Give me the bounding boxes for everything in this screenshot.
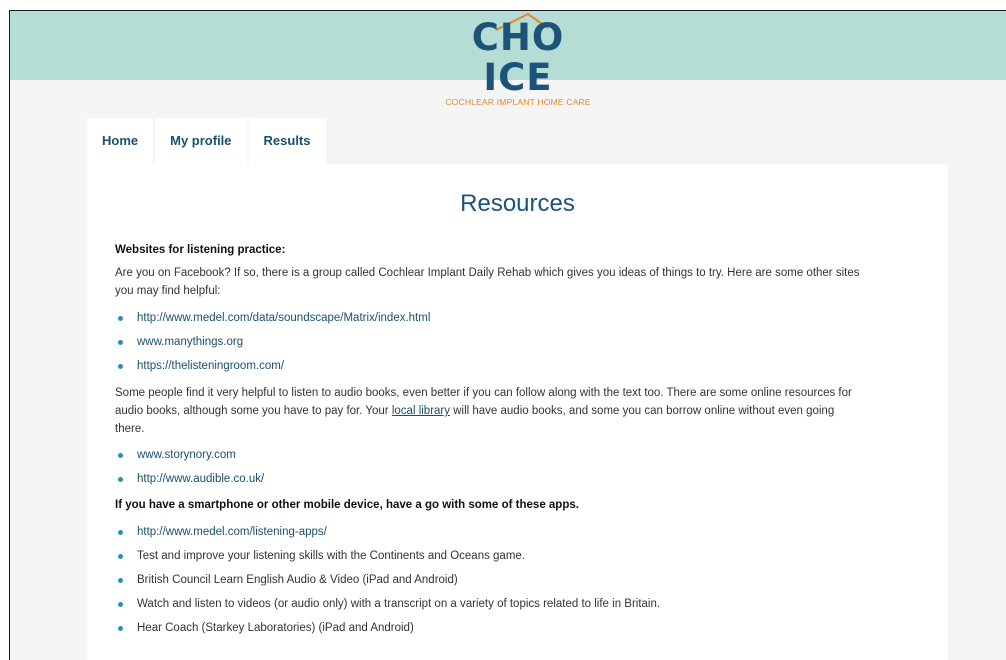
intro-line: Are you on Facebook? If so, there is a g… <box>115 267 860 279</box>
list-item: Hear Coach (Starkey Laboratories) (iPad … <box>115 619 915 637</box>
site-header: CHOICE COCHLEAR IMPLANT HOME CARE <box>10 11 1006 107</box>
list-item: Watch and listen to videos (or audio onl… <box>115 595 915 613</box>
link-medel-soundscape[interactable]: http://www.medel.com/data/soundscape/Mat… <box>137 312 430 324</box>
page-title: Resources <box>460 190 575 217</box>
audio-books-line: there. <box>115 423 145 435</box>
tab-my-profile[interactable]: My profile <box>155 118 247 164</box>
choice-logo[interactable]: CHOICE COCHLEAR IMPLANT HOME CARE <box>438 12 598 107</box>
list-item: British Council Learn English Audio & Vi… <box>115 571 915 589</box>
tab-home[interactable]: Home <box>87 118 154 164</box>
link-medel-listening-apps[interactable]: http://www.medel.com/listening-apps/ <box>137 526 327 538</box>
list-item[interactable]: www.storynory.com <box>115 446 915 464</box>
logo-wordmark: CHOICE <box>471 16 565 99</box>
list-item[interactable]: http://www.audible.co.uk/ <box>115 470 915 488</box>
list-item: Test and improve your listening skills w… <box>115 547 915 565</box>
content-panel: Resources Websites for listening practic… <box>87 164 948 660</box>
link-audible[interactable]: http://www.audible.co.uk/ <box>137 473 264 485</box>
link-storynory[interactable]: www.storynory.com <box>137 449 236 461</box>
link-listeningroom[interactable]: https://thelisteningroom.com/ <box>137 360 284 372</box>
list-item[interactable]: https://thelisteningroom.com/ <box>115 357 915 375</box>
list-item[interactable]: http://www.medel.com/data/soundscape/Mat… <box>115 309 915 327</box>
nav-tabs: Home My profile Results <box>87 118 328 164</box>
list-item[interactable]: www.manythings.org <box>115 333 915 351</box>
local-library-link[interactable]: local library <box>392 405 450 417</box>
list-item[interactable]: http://www.medel.com/listening-apps/ <box>115 523 915 541</box>
audio-books-line: Some people find it very helpful to list… <box>115 387 852 399</box>
tab-results[interactable]: Results <box>248 118 326 164</box>
section-heading-websites: Websites for listening practice: <box>115 244 286 256</box>
audio-books-line: audio books, although some you have to p… <box>115 405 835 417</box>
intro-line: you may find helpful: <box>115 285 221 297</box>
section-heading-apps: If you have a smartphone or other mobile… <box>115 499 579 511</box>
link-manythings[interactable]: www.manythings.org <box>137 336 243 348</box>
browser-frame: CHOICE COCHLEAR IMPLANT HOME CARE Home M… <box>9 10 1006 660</box>
resources-content: Websites for listening practice: Are you… <box>115 242 915 643</box>
